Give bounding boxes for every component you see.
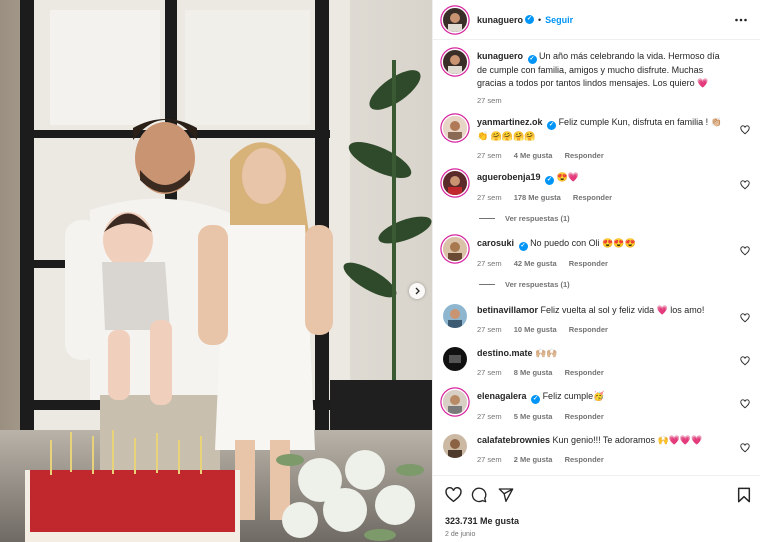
comment-time[interactable]: 27 sem <box>477 151 502 160</box>
view-replies-button[interactable]: Ver respuestas (1) <box>479 280 570 289</box>
heart-outline-icon[interactable] <box>740 125 750 135</box>
family-birthday-photo <box>0 0 432 542</box>
comment-likes[interactable]: 5 Me gusta <box>514 412 553 421</box>
comment-username[interactable]: aguerobenja19 <box>477 172 541 182</box>
comment-text: 🙌🏼🙌🏼 <box>535 348 558 358</box>
caption-username[interactable]: kunaguero <box>477 51 523 61</box>
divider-line <box>479 284 495 285</box>
comment-username[interactable]: yanmartinez.ok <box>477 117 543 127</box>
comment-icon[interactable] <box>471 487 487 503</box>
comment-time[interactable]: 27 sem <box>477 412 502 421</box>
comment-time[interactable]: 27 sem <box>477 455 502 464</box>
comment-text: Feliz cumple🥳 <box>542 391 605 401</box>
separator-dot: • <box>538 14 542 25</box>
likes-count[interactable]: 323.731 Me gusta <box>445 516 519 526</box>
reply-button[interactable]: Responder <box>569 259 608 268</box>
comment-likes[interactable]: 10 Me gusta <box>514 325 557 334</box>
verified-badge-icon: ✓ <box>518 242 528 251</box>
verified-badge-icon: ✓ <box>527 55 537 64</box>
reply-button[interactable]: Responder <box>573 193 612 202</box>
comment-username[interactable]: carosuki <box>477 238 514 248</box>
comments-list[interactable]: kunaguero ✓ Un año más celebrando la vid… <box>433 40 760 475</box>
avatar[interactable] <box>443 171 467 195</box>
reply-button[interactable]: Responder <box>565 368 604 377</box>
avatar[interactable] <box>443 7 467 32</box>
follow-button[interactable]: Seguir <box>545 15 573 25</box>
comment-text: No puedo con Oli 😍😍😍 <box>530 238 636 248</box>
comment-text: 😍💗 <box>556 172 579 182</box>
comment-likes[interactable]: 178 Me gusta <box>514 193 561 202</box>
avatar[interactable] <box>443 347 467 371</box>
comment-username[interactable]: destino.mate <box>477 348 533 358</box>
heart-outline-icon[interactable] <box>740 246 750 256</box>
verified-badge-icon: ✓ <box>547 121 557 130</box>
more-horizontal-icon[interactable] <box>734 13 748 27</box>
post-side-panel: kunaguero ✓ • Seguir kunaguero ✓ Un año … <box>432 0 760 542</box>
comment-text: Kun genio!!! Te adoramos 🙌💗💗💗 <box>552 435 703 445</box>
avatar[interactable] <box>443 434 467 458</box>
view-replies-label: Ver respuestas (1) <box>505 280 570 289</box>
comment-item: carosuki ✓ No puedo con Oli 😍😍😍 27 sem 4… <box>443 237 750 270</box>
post-header: kunaguero ✓ • Seguir <box>433 0 760 40</box>
comment-username[interactable]: elenagalera <box>477 391 527 401</box>
comment-item: elenagalera ✓ Feliz cumple🥳 27 sem 5 Me … <box>443 390 750 423</box>
caption-time[interactable]: 27 sem <box>477 96 502 105</box>
bookmark-icon[interactable] <box>737 487 751 503</box>
post-caption: kunaguero ✓ Un año más celebrando la vid… <box>443 50 750 108</box>
divider-line <box>479 218 495 219</box>
comment-likes[interactable]: 4 Me gusta <box>514 151 553 160</box>
comment-item: destino.mate 🙌🏼🙌🏼 27 sem 8 Me gusta Resp… <box>443 347 750 379</box>
comment-username[interactable]: calafatebrownies <box>477 435 550 445</box>
comment-likes[interactable]: 8 Me gusta <box>514 368 553 377</box>
comment-likes[interactable]: 42 Me gusta <box>514 259 557 268</box>
reply-button[interactable]: Responder <box>569 325 608 334</box>
post-photo[interactable] <box>0 0 432 542</box>
avatar[interactable] <box>443 304 467 328</box>
post-username[interactable]: kunaguero <box>477 15 523 25</box>
avatar[interactable] <box>443 50 467 74</box>
verified-badge-icon: ✓ <box>545 176 555 185</box>
heart-outline-icon[interactable] <box>740 443 750 453</box>
chevron-right-icon <box>415 287 420 295</box>
post-date[interactable]: 2 de junio <box>445 531 475 538</box>
heart-outline-icon[interactable] <box>740 399 750 409</box>
heart-outline-icon[interactable] <box>740 356 750 366</box>
send-icon[interactable] <box>498 487 514 503</box>
comment-time[interactable]: 27 sem <box>477 368 502 377</box>
comment-item: aguerobenja19 ✓ 😍💗 27 sem 178 Me gusta R… <box>443 171 750 204</box>
avatar[interactable] <box>443 390 467 414</box>
comment-item: betinavillamor Feliz vuelta al sol y fel… <box>443 304 750 336</box>
next-image-button[interactable] <box>409 283 425 299</box>
view-replies-label: Ver respuestas (1) <box>505 214 570 223</box>
reply-button[interactable]: Responder <box>565 151 604 160</box>
view-replies-button[interactable]: Ver respuestas (1) <box>479 214 570 223</box>
comment-item: yanmartinez.ok ✓ Feliz cumple Kun, disfr… <box>443 116 750 162</box>
verified-badge-icon: ✓ <box>525 15 535 24</box>
comment-time[interactable]: 27 sem <box>477 193 502 202</box>
verified-badge-icon: ✓ <box>531 395 541 404</box>
comment-time[interactable]: 27 sem <box>477 325 502 334</box>
comment-username[interactable]: betinavillamor <box>477 305 538 315</box>
comment-time[interactable]: 27 sem <box>477 259 502 268</box>
post-actions: 323.731 Me gusta 2 de junio <box>433 475 760 542</box>
heart-outline-icon[interactable] <box>740 313 750 323</box>
reply-button[interactable]: Responder <box>565 455 604 464</box>
reply-button[interactable]: Responder <box>565 412 604 421</box>
avatar[interactable] <box>443 116 467 140</box>
heart-outline-icon[interactable] <box>740 180 750 190</box>
heart-icon[interactable] <box>445 487 462 503</box>
comment-item: calafatebrownies Kun genio!!! Te adoramo… <box>443 434 750 466</box>
comment-likes[interactable]: 2 Me gusta <box>514 455 553 464</box>
avatar[interactable] <box>443 237 467 261</box>
comment-text: Feliz vuelta al sol y feliz vida 💗 los a… <box>540 305 705 315</box>
